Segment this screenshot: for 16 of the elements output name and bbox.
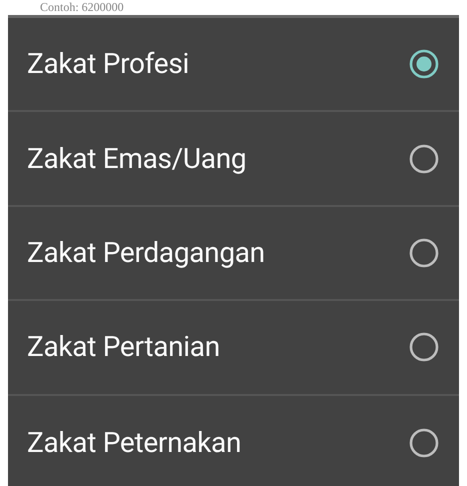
option-label: Zakat Pertanian [27, 329, 220, 366]
radio-button[interactable] [409, 144, 439, 174]
radio-button[interactable] [409, 238, 439, 268]
option-row[interactable]: Zakat Emas/Uang [8, 112, 459, 207]
input-hint: Contoh: 6200000 [40, 0, 124, 14]
radio-button[interactable] [409, 428, 439, 458]
radio-button[interactable] [409, 49, 439, 80]
option-row[interactable]: Zakat Profesi [8, 18, 459, 112]
option-row[interactable]: Zakat Perdagangan [8, 206, 459, 302]
option-label: Zakat Peternakan [27, 424, 242, 461]
option-row[interactable]: Zakat Pertanian [8, 301, 459, 396]
option-label: Zakat Perdagangan [27, 234, 265, 271]
option-label: Zakat Profesi [27, 46, 189, 82]
radio-button[interactable] [409, 332, 439, 362]
option-row[interactable]: Zakat Peternakan [8, 396, 459, 486]
option-label: Zakat Emas/Uang [27, 140, 246, 177]
